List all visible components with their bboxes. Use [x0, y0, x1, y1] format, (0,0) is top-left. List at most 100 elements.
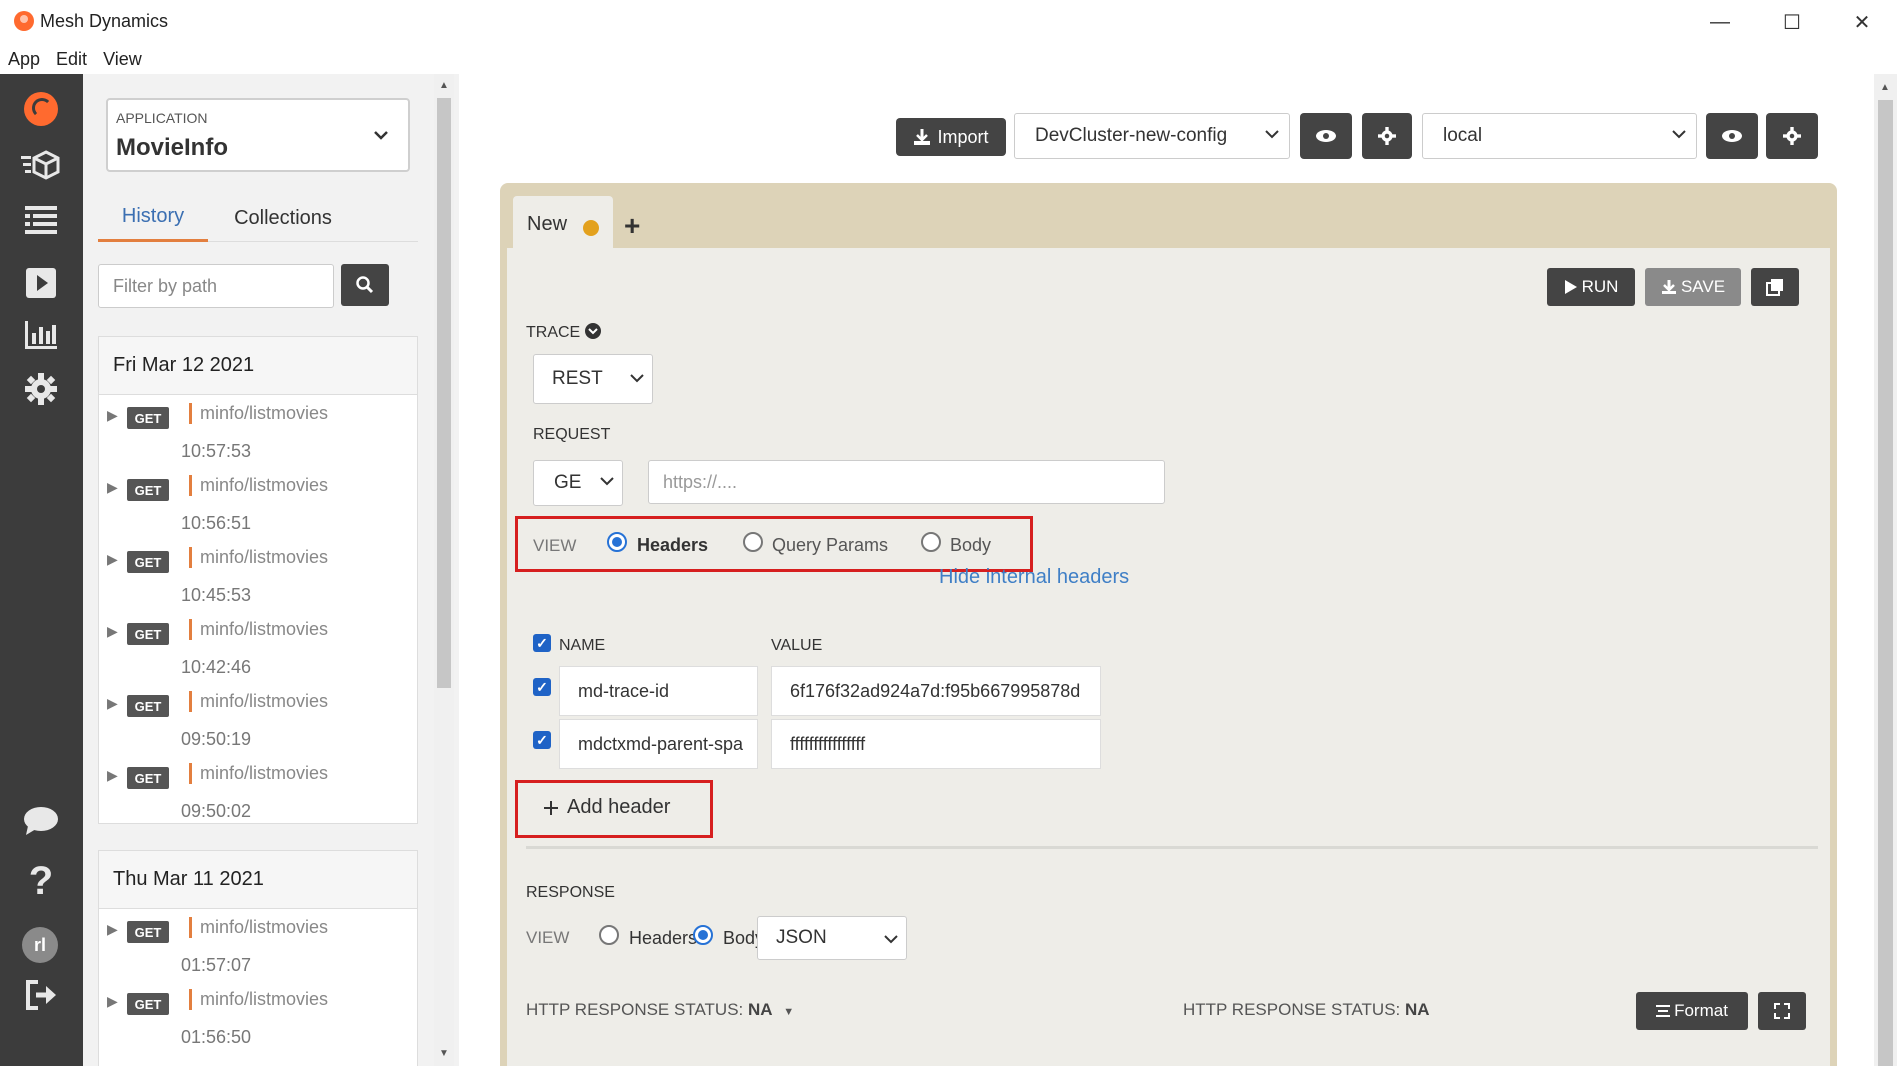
history-item[interactable]: ▶ GET minfo/listmovies 10:56:51: [99, 467, 417, 539]
caret-right-icon[interactable]: ▶: [107, 695, 118, 712]
sidebar-scrollbar[interactable]: ▲ ▼: [434, 74, 454, 1066]
history-time: 01:57:07: [181, 955, 252, 975]
caret-right-icon[interactable]: ▶: [107, 407, 118, 424]
application-select[interactable]: APPLICATION MovieInfo: [106, 98, 410, 172]
caret-right-icon[interactable]: ▶: [107, 921, 118, 938]
method-select[interactable]: GE: [533, 460, 623, 506]
response-view-body-radio[interactable]: [693, 925, 713, 945]
header-value-field[interactable]: ffffffffffffffff: [771, 719, 1101, 769]
save-button[interactable]: SAVE: [1645, 268, 1741, 306]
chevron-down-icon: [1672, 126, 1686, 144]
history-item[interactable]: ▶ GET minfo/listmovies 01:57:07: [99, 909, 417, 981]
play-icon[interactable]: [20, 262, 62, 304]
chevron-down-icon: [1265, 126, 1279, 144]
tab-history[interactable]: History: [98, 194, 208, 242]
environment-settings-button[interactable]: [1766, 113, 1818, 159]
add-header-button[interactable]: Add header: [543, 796, 670, 819]
header-row-checkbox[interactable]: ✓: [533, 731, 551, 749]
config-settings-button[interactable]: [1362, 113, 1412, 159]
gear-icon: [1378, 127, 1396, 145]
response-view-headers-radio[interactable]: [599, 925, 619, 945]
header-name-field[interactable]: mdctxmd-parent-spa: [559, 719, 758, 769]
view-query-params-radio[interactable]: [743, 532, 763, 552]
gear-icon: [1783, 127, 1801, 145]
view-query-params-label[interactable]: Query Params: [772, 535, 888, 556]
history-item[interactable]: ▶ GET minfo/listmovies 09:50:19: [99, 683, 417, 755]
history-item[interactable]: ▶ GET minfo/listmovies 10:42:46: [99, 611, 417, 683]
method-select-value: GE: [554, 472, 582, 493]
trace-label-text: TRACE: [526, 324, 581, 341]
filter-input[interactable]: [98, 264, 334, 308]
response-status-left: HTTP RESPONSE STATUS: NA ▼: [526, 1000, 794, 1020]
settings-gear-icon[interactable]: [20, 368, 62, 410]
chevron-circle-down-icon[interactable]: [584, 323, 601, 339]
history-item[interactable]: ▶ GET minfo/listmovies 10:45:53: [99, 539, 417, 611]
search-button[interactable]: [341, 264, 389, 306]
history-item[interactable]: ▶ GET minfo/listmovies 01:56:50: [99, 981, 417, 1053]
minimize-button[interactable]: —: [1690, 4, 1750, 40]
menu-edit[interactable]: Edit: [56, 49, 87, 70]
environment-select[interactable]: local: [1422, 113, 1697, 159]
method-badge: GET: [127, 407, 169, 429]
view-body-label[interactable]: Body: [950, 535, 991, 556]
header-value-field[interactable]: 6f176f32ad924a7d:f95b667995878d: [771, 666, 1101, 716]
chat-icon[interactable]: [20, 800, 62, 842]
header-row-checkbox[interactable]: ✓: [533, 678, 551, 696]
scroll-up-icon[interactable]: ▲: [439, 80, 449, 91]
status-dropdown-icon[interactable]: ▼: [783, 1006, 794, 1018]
add-header-label: Add header: [567, 796, 671, 818]
list-icon[interactable]: [20, 200, 62, 242]
caret-right-icon[interactable]: ▶: [107, 993, 118, 1010]
caret-right-icon[interactable]: ▶: [107, 767, 118, 784]
copy-button[interactable]: [1751, 268, 1799, 306]
request-label: REQUEST: [533, 426, 611, 443]
avatar[interactable]: rl: [22, 927, 58, 963]
select-all-headers-checkbox[interactable]: ✓: [533, 634, 551, 652]
run-button[interactable]: RUN: [1547, 268, 1635, 306]
url-input[interactable]: [648, 460, 1165, 504]
services-icon[interactable]: [20, 144, 62, 186]
config-select[interactable]: DevCluster-new-config: [1014, 113, 1290, 159]
scroll-down-icon[interactable]: ▼: [439, 1048, 449, 1059]
method-badge: GET: [127, 479, 169, 501]
sidebar-scroll-thumb[interactable]: [437, 98, 451, 688]
scroll-up-icon[interactable]: ▲: [1880, 82, 1890, 93]
logout-icon[interactable]: [20, 974, 62, 1016]
chart-icon[interactable]: [20, 314, 62, 356]
history-item[interactable]: ▶ GET minfo/listmovies 10:57:53: [99, 395, 417, 467]
request-tab-new[interactable]: New: [513, 196, 613, 252]
response-format-select[interactable]: JSON: [757, 916, 907, 960]
mesh-logo-icon[interactable]: [24, 92, 58, 126]
view-headers-radio[interactable]: [607, 532, 627, 552]
caret-right-icon[interactable]: ▶: [107, 479, 118, 496]
view-body-radio[interactable]: [921, 532, 941, 552]
play-icon: [1564, 280, 1577, 294]
history-path: minfo/listmovies: [189, 619, 328, 640]
tab-collections[interactable]: Collections: [218, 194, 348, 242]
view-headers-label[interactable]: Headers: [637, 535, 708, 556]
response-label: RESPONSE: [526, 884, 615, 901]
import-button[interactable]: Import: [896, 118, 1006, 156]
history-item[interactable]: ▶ GET minfo/listmovies 09:50:02: [99, 755, 417, 827]
menu-app[interactable]: App: [8, 49, 40, 70]
trace-type-select[interactable]: REST: [533, 354, 653, 404]
application-value: MovieInfo: [116, 134, 228, 161]
format-button[interactable]: Format: [1636, 992, 1748, 1030]
caret-right-icon[interactable]: ▶: [107, 623, 118, 640]
fullscreen-button[interactable]: [1758, 992, 1806, 1030]
caret-right-icon[interactable]: ▶: [107, 551, 118, 568]
help-icon[interactable]: ?: [20, 859, 62, 903]
response-view-headers-label[interactable]: Headers: [629, 928, 697, 949]
environment-view-button[interactable]: [1706, 113, 1758, 159]
hide-internal-headers-link[interactable]: Hide internal headers: [939, 566, 1129, 589]
method-badge: GET: [127, 993, 169, 1015]
header-name-field[interactable]: md-trace-id: [559, 666, 758, 716]
add-tab-button[interactable]: +: [624, 210, 640, 242]
menu-view[interactable]: View: [103, 49, 142, 70]
maximize-button[interactable]: ☐: [1762, 4, 1822, 40]
config-view-button[interactable]: [1300, 113, 1352, 159]
main-scroll-thumb[interactable]: [1878, 100, 1893, 1066]
main-scrollbar[interactable]: ▲: [1874, 74, 1897, 1066]
import-icon: [914, 129, 931, 145]
close-button[interactable]: ✕: [1832, 4, 1892, 40]
